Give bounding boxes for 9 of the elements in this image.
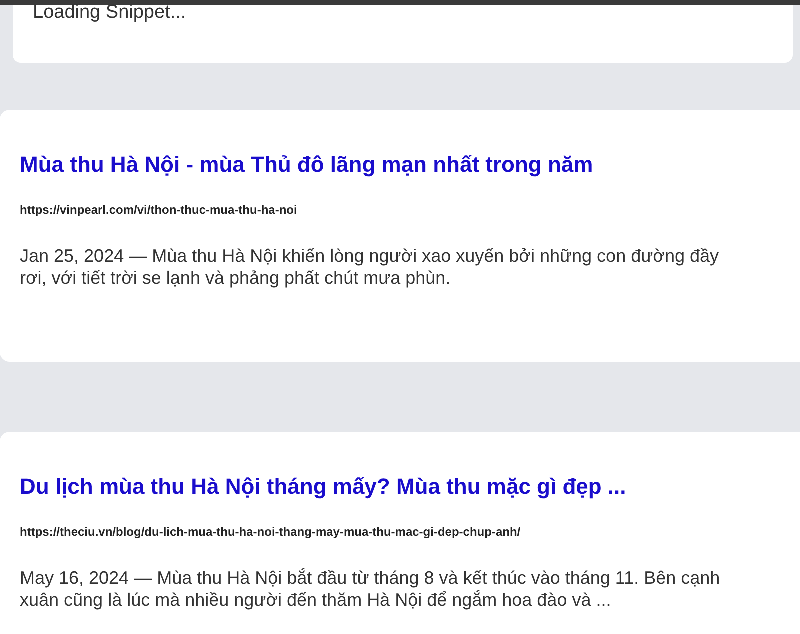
result-url: https://vinpearl.com/vi/thon-thuc-mua-thu-ha-noi <box>20 202 298 218</box>
snippet-text: Jan 25, 2024 — Mùa thu Hà Nội khiến lòng người xao xuyến bởi những con đường đầy <box>20 245 719 267</box>
snippet-text: rơi, với tiết trời se lạnh và phảng phất chút mưa phùn. <box>20 267 451 289</box>
result-url: https://theciu.vn/blog/du-lich-mua-thu-ha-noi-thang-may-mua-thu-mac-gi-dep-chup-anh/ <box>20 524 521 540</box>
snippet-text: May 16, 2024 — Mùa thu Hà Nội bắt đầu từ tháng 8 và kết thúc vào tháng 11. Bên cạnh <box>20 567 720 589</box>
result-title-link[interactable]: Mùa thu Hà Nội - mùa Thủ đô lãng mạn nhất trong năm <box>20 150 594 180</box>
loading-text: Loading Snippet... <box>33 5 186 21</box>
result-title-link[interactable]: Du lịch mùa thu Hà Nội tháng mấy? Mùa thu mặc gì đẹp ... <box>20 472 626 502</box>
snippet-text: xuân cũng là lúc mà nhiều người đến thăm Hà Nội để ngắm hoa đào và ... <box>20 589 612 611</box>
